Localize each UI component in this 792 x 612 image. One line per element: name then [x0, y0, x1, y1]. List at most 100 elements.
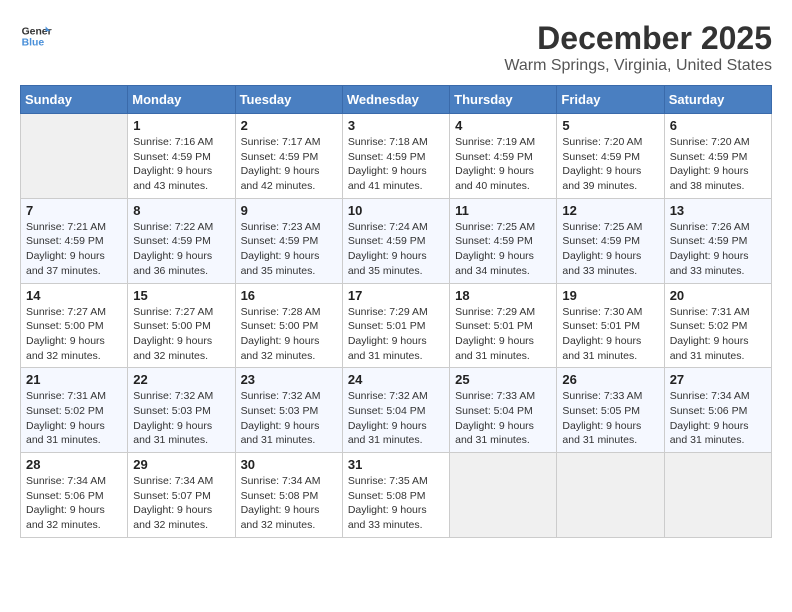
calendar-day-cell: 10 Sunrise: 7:24 AMSunset: 4:59 PMDayligh…	[342, 198, 449, 283]
day-info: Sunrise: 7:25 AMSunset: 4:59 PMDaylight:…	[562, 220, 658, 279]
day-number: 4	[455, 118, 551, 133]
day-info: Sunrise: 7:27 AMSunset: 5:00 PMDaylight:…	[26, 305, 122, 364]
weekday-header-wednesday: Wednesday	[342, 86, 449, 114]
day-number: 3	[348, 118, 444, 133]
calendar-day-cell: 2 Sunrise: 7:17 AMSunset: 4:59 PMDaylight…	[235, 114, 342, 199]
logo-icon: General Blue	[20, 20, 52, 52]
calendar-week-row: 7Sunrise: 7:21 AMSunset: 4:59 PMDaylight…	[21, 198, 772, 283]
day-number: 6	[670, 118, 766, 133]
day-info: Sunrise: 7:31 AMSunset: 5:02 PMDaylight:…	[26, 389, 122, 448]
location-text: Warm Springs, Virginia, United States	[504, 57, 772, 75]
calendar-day-cell	[664, 453, 771, 538]
day-number: 29	[133, 457, 229, 472]
calendar-day-cell	[557, 453, 664, 538]
day-info: Sunrise: 7:21 AMSunset: 4:59 PMDaylight:…	[26, 220, 122, 279]
calendar-day-cell: 8 Sunrise: 7:22 AMSunset: 4:59 PMDaylight…	[128, 198, 235, 283]
day-info: Sunrise: 7:35 AMSunset: 5:08 PMDaylight:…	[348, 474, 444, 533]
day-info: Sunrise: 7:32 AMSunset: 5:03 PMDaylight:…	[133, 389, 229, 448]
page-header: General Blue December 2025 Warm Springs,…	[20, 20, 772, 75]
calendar-day-cell: 24Sunrise: 7:32 AMSunset: 5:04 PMDayligh…	[342, 368, 449, 453]
day-number: 8	[133, 203, 229, 218]
calendar-day-cell: 17Sunrise: 7:29 AMSunset: 5:01 PMDayligh…	[342, 283, 449, 368]
day-number: 28	[26, 457, 122, 472]
calendar-day-cell: 4 Sunrise: 7:19 AMSunset: 4:59 PMDaylight…	[450, 114, 557, 199]
day-info: Sunrise: 7:32 AMSunset: 5:04 PMDaylight:…	[348, 389, 444, 448]
calendar-day-cell: 11Sunrise: 7:25 AMSunset: 4:59 PMDayligh…	[450, 198, 557, 283]
weekday-header-saturday: Saturday	[664, 86, 771, 114]
day-number: 11	[455, 203, 551, 218]
day-number: 23	[241, 372, 337, 387]
day-number: 27	[670, 372, 766, 387]
weekday-header-tuesday: Tuesday	[235, 86, 342, 114]
day-info: Sunrise: 7:23 AMSunset: 4:59 PMDaylight:…	[241, 220, 337, 279]
day-info: Sunrise: 7:33 AMSunset: 5:05 PMDaylight:…	[562, 389, 658, 448]
day-info: Sunrise: 7:20 AMSunset: 4:59 PMDaylight:…	[670, 135, 766, 194]
calendar-day-cell: 13 Sunrise: 7:26 AMSunset: 4:59 PMDayligh…	[664, 198, 771, 283]
calendar-day-cell: 3Sunrise: 7:18 AMSunset: 4:59 PMDaylight…	[342, 114, 449, 199]
calendar-day-cell: 15 Sunrise: 7:27 AMSunset: 5:00 PMDayligh…	[128, 283, 235, 368]
day-number: 12	[562, 203, 658, 218]
calendar-day-cell: 31 Sunrise: 7:35 AMSunset: 5:08 PMDayligh…	[342, 453, 449, 538]
day-info: Sunrise: 7:24 AMSunset: 4:59 PMDaylight:…	[348, 220, 444, 279]
day-info: Sunrise: 7:34 AMSunset: 5:06 PMDaylight:…	[670, 389, 766, 448]
calendar-day-cell	[450, 453, 557, 538]
calendar-day-cell: 27 Sunrise: 7:34 AMSunset: 5:06 PMDayligh…	[664, 368, 771, 453]
calendar-day-cell: 5 Sunrise: 7:20 AMSunset: 4:59 PMDaylight…	[557, 114, 664, 199]
calendar-day-cell: 22 Sunrise: 7:32 AMSunset: 5:03 PMDayligh…	[128, 368, 235, 453]
day-info: Sunrise: 7:34 AMSunset: 5:08 PMDaylight:…	[241, 474, 337, 533]
day-number: 5	[562, 118, 658, 133]
day-number: 1	[133, 118, 229, 133]
day-info: Sunrise: 7:16 AMSunset: 4:59 PMDaylight:…	[133, 135, 229, 194]
calendar-day-cell: 25 Sunrise: 7:33 AMSunset: 5:04 PMDayligh…	[450, 368, 557, 453]
weekday-header-sunday: Sunday	[21, 86, 128, 114]
day-number: 18	[455, 288, 551, 303]
day-number: 15	[133, 288, 229, 303]
calendar-day-cell: 14Sunrise: 7:27 AMSunset: 5:00 PMDayligh…	[21, 283, 128, 368]
month-title: December 2025	[504, 20, 772, 57]
calendar-day-cell: 30 Sunrise: 7:34 AMSunset: 5:08 PMDayligh…	[235, 453, 342, 538]
day-info: Sunrise: 7:32 AMSunset: 5:03 PMDaylight:…	[241, 389, 337, 448]
day-number: 21	[26, 372, 122, 387]
day-info: Sunrise: 7:29 AMSunset: 5:01 PMDaylight:…	[455, 305, 551, 364]
day-number: 31	[348, 457, 444, 472]
day-info: Sunrise: 7:17 AMSunset: 4:59 PMDaylight:…	[241, 135, 337, 194]
weekday-header-thursday: Thursday	[450, 86, 557, 114]
calendar-day-cell: 16 Sunrise: 7:28 AMSunset: 5:00 PMDayligh…	[235, 283, 342, 368]
calendar-week-row: 21 Sunrise: 7:31 AMSunset: 5:02 PMDayligh…	[21, 368, 772, 453]
day-info: Sunrise: 7:22 AMSunset: 4:59 PMDaylight:…	[133, 220, 229, 279]
day-number: 13	[670, 203, 766, 218]
calendar-day-cell: 12 Sunrise: 7:25 AMSunset: 4:59 PMDayligh…	[557, 198, 664, 283]
calendar-week-row: 1 Sunrise: 7:16 AMSunset: 4:59 PMDaylight…	[21, 114, 772, 199]
title-block: December 2025 Warm Springs, Virginia, Un…	[504, 20, 772, 75]
calendar-day-cell: 20 Sunrise: 7:31 AMSunset: 5:02 PMDayligh…	[664, 283, 771, 368]
day-info: Sunrise: 7:26 AMSunset: 4:59 PMDaylight:…	[670, 220, 766, 279]
calendar-table: SundayMondayTuesdayWednesdayThursdayFrid…	[20, 85, 772, 538]
day-number: 19	[562, 288, 658, 303]
calendar-day-cell: 28Sunrise: 7:34 AMSunset: 5:06 PMDayligh…	[21, 453, 128, 538]
day-info: Sunrise: 7:19 AMSunset: 4:59 PMDaylight:…	[455, 135, 551, 194]
weekday-header-row: SundayMondayTuesdayWednesdayThursdayFrid…	[21, 86, 772, 114]
day-number: 30	[241, 457, 337, 472]
calendar-day-cell: 6 Sunrise: 7:20 AMSunset: 4:59 PMDaylight…	[664, 114, 771, 199]
svg-text:General: General	[22, 26, 52, 37]
day-number: 16	[241, 288, 337, 303]
day-number: 22	[133, 372, 229, 387]
day-info: Sunrise: 7:33 AMSunset: 5:04 PMDaylight:…	[455, 389, 551, 448]
calendar-day-cell: 19Sunrise: 7:30 AMSunset: 5:01 PMDayligh…	[557, 283, 664, 368]
day-number: 10	[348, 203, 444, 218]
calendar-day-cell: 7Sunrise: 7:21 AMSunset: 4:59 PMDaylight…	[21, 198, 128, 283]
day-number: 20	[670, 288, 766, 303]
day-number: 2	[241, 118, 337, 133]
day-info: Sunrise: 7:28 AMSunset: 5:00 PMDaylight:…	[241, 305, 337, 364]
svg-text:Blue: Blue	[22, 38, 45, 49]
day-number: 9	[241, 203, 337, 218]
calendar-week-row: 14Sunrise: 7:27 AMSunset: 5:00 PMDayligh…	[21, 283, 772, 368]
calendar-day-cell: 29Sunrise: 7:34 AMSunset: 5:07 PMDayligh…	[128, 453, 235, 538]
day-info: Sunrise: 7:27 AMSunset: 5:00 PMDaylight:…	[133, 305, 229, 364]
calendar-day-cell: 21 Sunrise: 7:31 AMSunset: 5:02 PMDayligh…	[21, 368, 128, 453]
day-info: Sunrise: 7:29 AMSunset: 5:01 PMDaylight:…	[348, 305, 444, 364]
day-info: Sunrise: 7:20 AMSunset: 4:59 PMDaylight:…	[562, 135, 658, 194]
day-number: 25	[455, 372, 551, 387]
calendar-day-cell: 9 Sunrise: 7:23 AMSunset: 4:59 PMDaylight…	[235, 198, 342, 283]
day-info: Sunrise: 7:31 AMSunset: 5:02 PMDaylight:…	[670, 305, 766, 364]
